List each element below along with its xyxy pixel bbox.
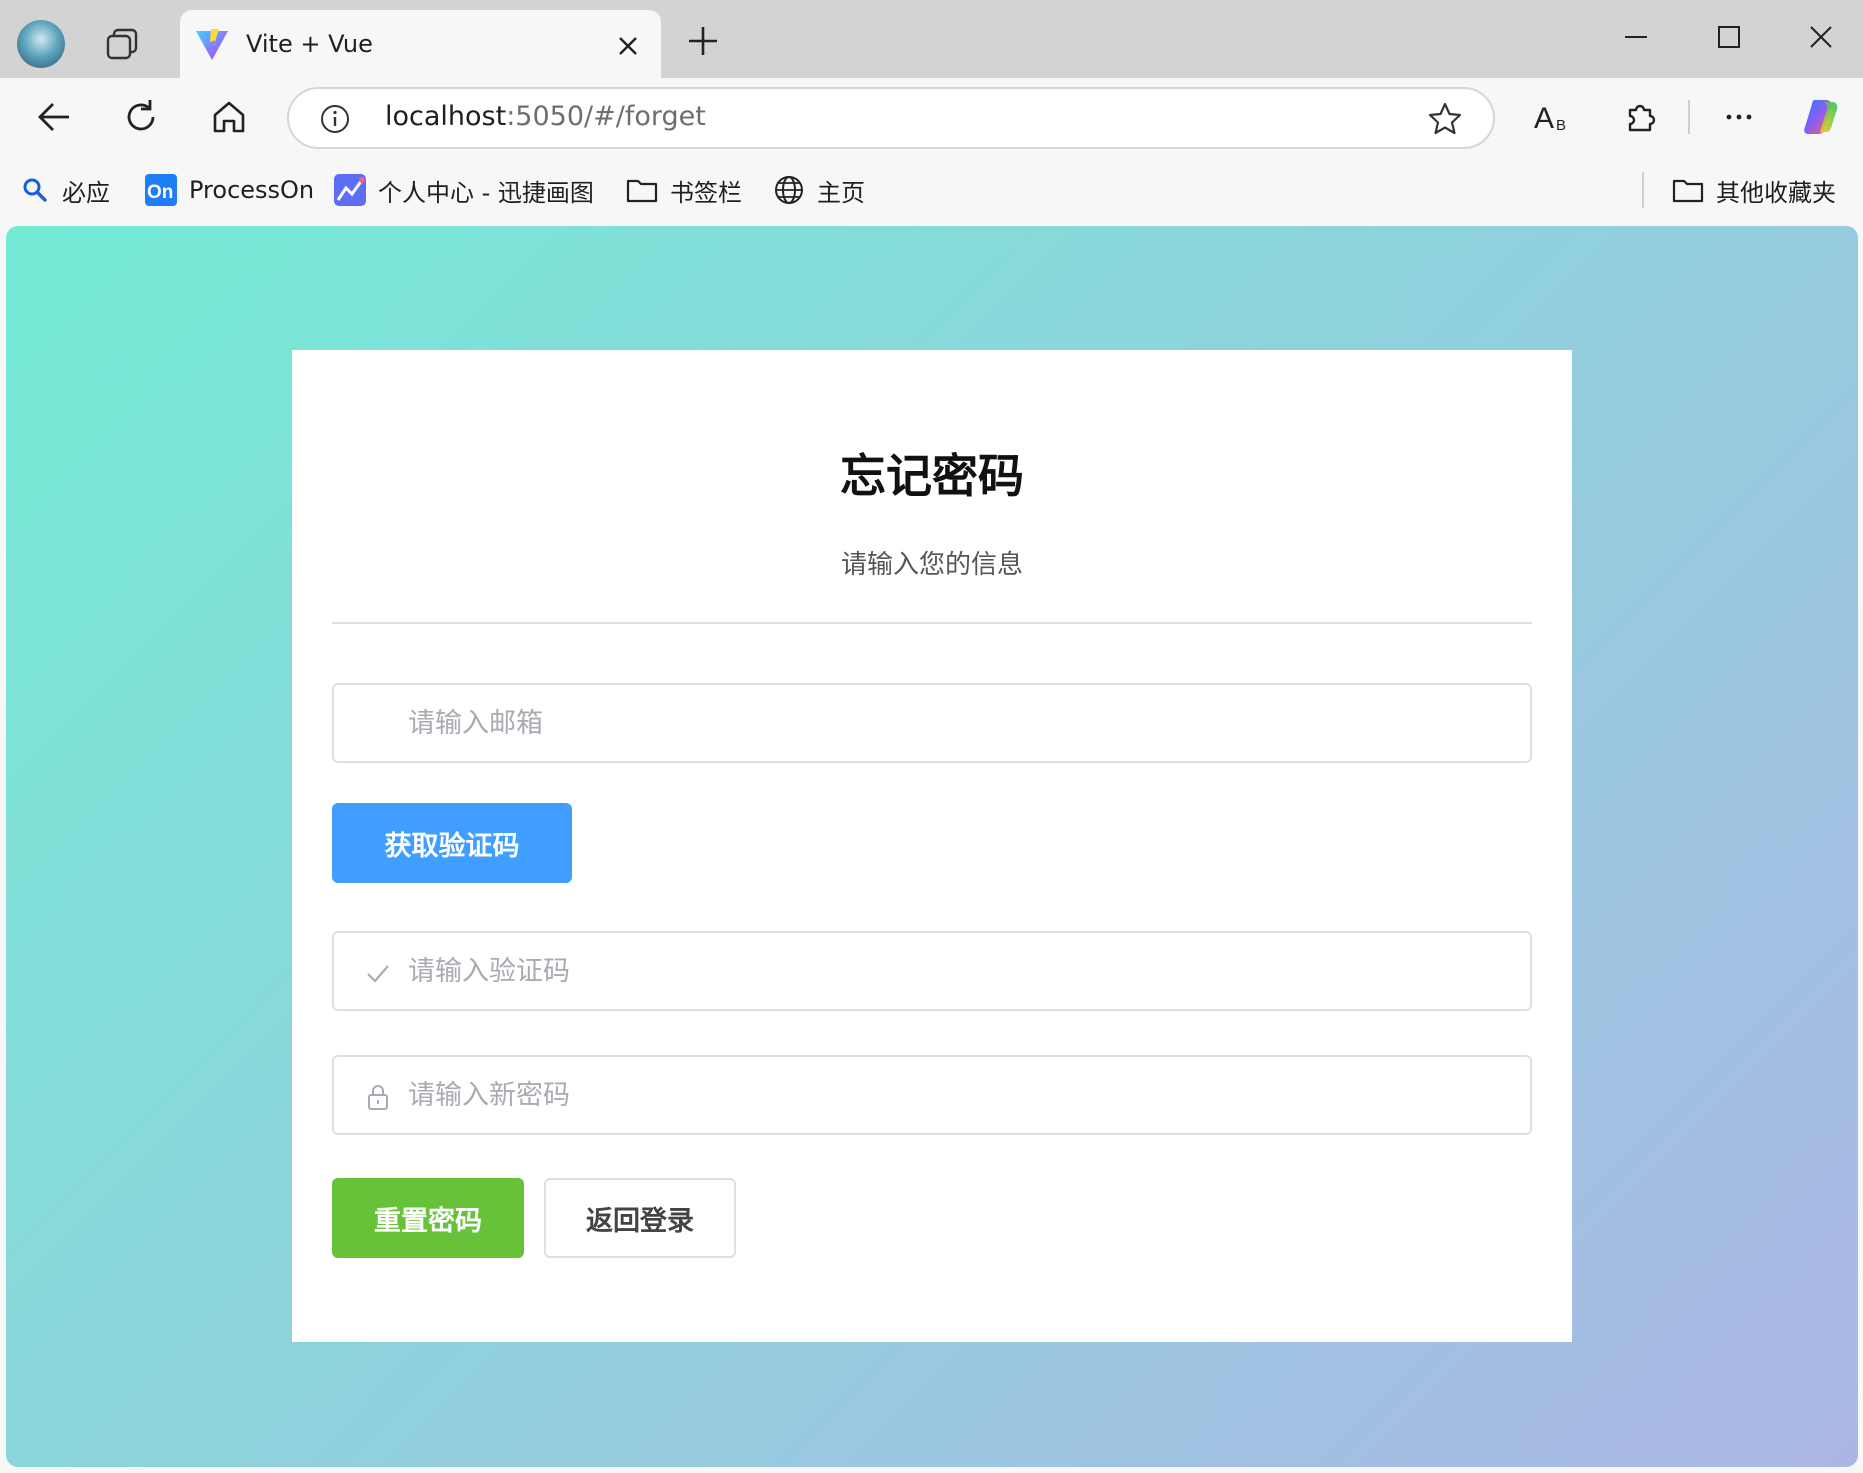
page-viewport: 忘记密码 请输入您的信息 获取验证码 重置密码 返回登录 xyxy=(6,226,1858,1467)
bookmark-folder-bar[interactable]: 书签栏 xyxy=(626,172,742,208)
back-icon[interactable] xyxy=(33,96,75,138)
divider xyxy=(332,622,1532,624)
url-path: :5050/#/forget xyxy=(506,101,706,132)
globe-icon xyxy=(775,176,803,204)
bookmark-home[interactable]: 主页 xyxy=(773,172,865,208)
back-to-login-button[interactable]: 返回登录 xyxy=(544,1178,736,1258)
page-title: 忘记密码 xyxy=(840,449,1024,503)
browser-toolbar: localhost:5050/#/forget A B xyxy=(0,78,1863,158)
home-icon[interactable] xyxy=(208,96,250,138)
forget-password-card: 忘记密码 请输入您的信息 获取验证码 重置密码 返回登录 xyxy=(292,350,1572,1342)
url-host: localhost xyxy=(385,101,507,132)
favorite-star-icon[interactable] xyxy=(1427,101,1463,137)
site-info-icon[interactable] xyxy=(319,103,351,135)
refresh-icon[interactable] xyxy=(120,96,162,138)
processon-icon: On xyxy=(145,174,177,206)
bookmark-bing[interactable]: 必应 xyxy=(22,172,110,208)
bookmark-label: 其他收藏夹 xyxy=(1716,178,1836,207)
xunjie-icon xyxy=(334,174,366,206)
page-subtitle: 请输入您的信息 xyxy=(840,550,1023,580)
svg-text:On: On xyxy=(147,182,173,203)
bookmark-processon[interactable]: On ProcessOn xyxy=(145,172,314,208)
folder-icon xyxy=(626,179,658,203)
tab-vite-vue[interactable]: Vite + Vue xyxy=(180,10,661,78)
url-text[interactable]: localhost:5050/#/forget xyxy=(385,101,706,132)
lock-icon xyxy=(368,1085,388,1110)
close-window-icon[interactable] xyxy=(1806,22,1836,52)
maximize-icon[interactable] xyxy=(1714,22,1744,52)
bookmarks-separator xyxy=(1642,172,1644,208)
bookmark-label: 主页 xyxy=(817,178,865,207)
bookmark-label: 书签栏 xyxy=(670,178,742,207)
bookmark-label: 个人中心 - 迅捷画图 xyxy=(378,178,594,207)
check-icon xyxy=(367,965,389,983)
read-aloud-icon[interactable]: A B xyxy=(1532,96,1574,138)
tab-title: Vite + Vue xyxy=(246,30,373,58)
copilot-icon[interactable] xyxy=(1800,96,1842,138)
workspaces-icon[interactable] xyxy=(102,24,142,64)
new-password-input[interactable] xyxy=(406,1071,1506,1119)
svg-text:A: A xyxy=(1534,102,1554,135)
get-code-button[interactable]: 获取验证码 xyxy=(332,803,572,883)
browser-titlebar: Vite + Vue xyxy=(0,0,1863,78)
extensions-icon[interactable] xyxy=(1620,96,1662,138)
profile-avatar[interactable] xyxy=(17,20,65,68)
new-password-field[interactable] xyxy=(332,1055,1532,1135)
svg-text:B: B xyxy=(1556,117,1566,134)
email-input[interactable] xyxy=(406,699,1506,747)
minimize-icon[interactable] xyxy=(1621,22,1651,52)
bookmarks-bar: 必应 On ProcessOn 个人中心 - 迅捷画图 书签栏 主页 其他收藏夹 xyxy=(0,158,1863,222)
reset-password-button[interactable]: 重置密码 xyxy=(332,1178,524,1258)
code-input[interactable] xyxy=(406,947,1506,995)
new-tab-icon[interactable] xyxy=(686,24,720,58)
toolbar-separator xyxy=(1688,100,1690,134)
address-bar[interactable]: localhost:5050/#/forget xyxy=(287,87,1495,149)
bookmark-label: 必应 xyxy=(62,178,110,207)
folder-icon xyxy=(1672,179,1704,203)
more-menu-icon[interactable] xyxy=(1718,96,1760,138)
bing-search-icon xyxy=(23,178,47,202)
bookmark-xunjie[interactable]: 个人中心 - 迅捷画图 xyxy=(334,172,594,208)
bookmark-other-folder[interactable]: 其他收藏夹 xyxy=(1672,172,1836,208)
close-tab-icon[interactable] xyxy=(614,32,642,60)
bookmark-label: ProcessOn xyxy=(189,176,315,204)
vite-logo-icon xyxy=(196,29,228,60)
code-field[interactable] xyxy=(332,931,1532,1011)
email-field[interactable] xyxy=(332,683,1532,763)
